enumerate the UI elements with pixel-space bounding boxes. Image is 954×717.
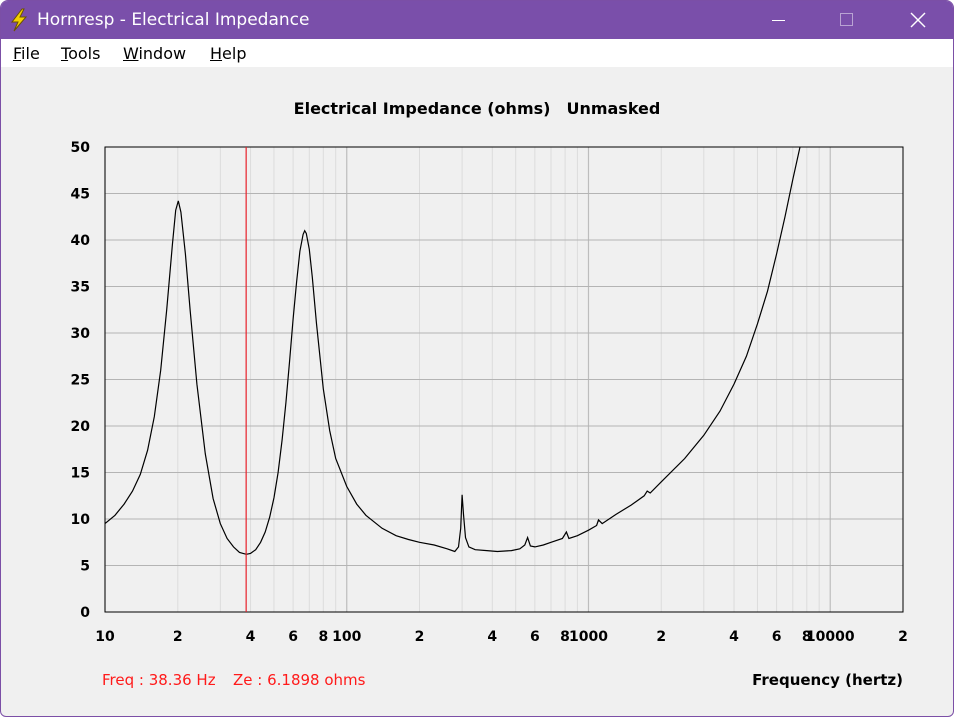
impedance-chart[interactable]: 05101520253035404550 10 2 4 6 8 100 2 4 6 8 1000 2 4…: [1, 1, 953, 716]
y-tick-label: 15: [71, 466, 90, 482]
x-tick-label: 10: [95, 629, 115, 645]
impedance-curve: [104, 146, 801, 555]
freq-readout: Freq : 38.36 Hz: [102, 671, 216, 689]
x-axis-ticks: 10 2 4 6 8 100 2 4 6 8 1000 2 4 6 810000 2: [95, 629, 908, 645]
y-tick-label: 10: [71, 512, 91, 528]
grid-major: [105, 146, 903, 613]
y-tick-label: 25: [71, 373, 90, 389]
app-window: Hornresp - Electrical Impedance File Too…: [0, 0, 954, 717]
y-tick-label: 0: [80, 605, 90, 621]
y-tick-label: 5: [80, 559, 90, 575]
y-tick-label: 50: [71, 140, 91, 156]
impedance-readout: Ze : 6.1898 ohms: [233, 671, 366, 689]
x-tick-label: 4: [246, 629, 256, 645]
y-axis-ticks: 0 5 10 15 20 25 30 35 40 45 50: [71, 140, 91, 621]
y-tick-label: 40: [71, 233, 91, 249]
y-tick-label: 45: [71, 187, 90, 203]
x-tick-label: 4: [729, 629, 739, 645]
x-tick-label: 8: [318, 629, 328, 645]
x-axis-label: Frequency (hertz): [752, 671, 903, 689]
x-tick-label: 6: [288, 629, 298, 645]
x-tick-label: 1000: [569, 629, 608, 645]
x-tick-label: 6: [530, 629, 540, 645]
x-tick-label: 6: [772, 629, 782, 645]
x-tick-label: 100: [332, 629, 361, 645]
x-tick-label: 10000: [806, 629, 855, 645]
x-tick-label: 4: [487, 629, 497, 645]
x-tick-label: 2: [656, 629, 666, 645]
y-tick-label: 20: [71, 419, 91, 435]
x-tick-label: 2: [898, 629, 908, 645]
y-tick-label: 30: [71, 326, 91, 342]
x-tick-label: 2: [415, 629, 425, 645]
x-tick-label: 2: [173, 629, 183, 645]
y-tick-label: 35: [71, 280, 90, 296]
